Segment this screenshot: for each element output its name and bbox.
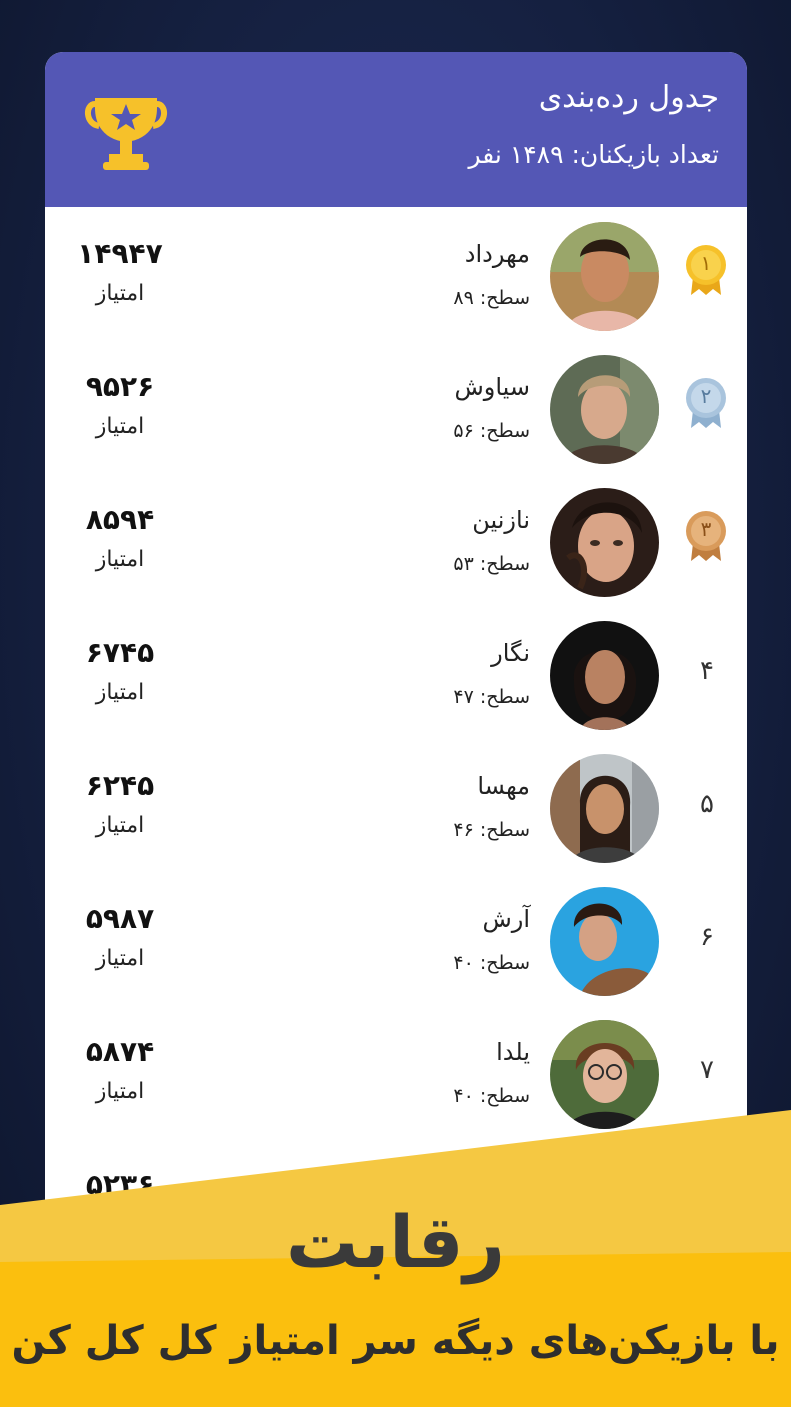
player-name: نگار [491, 639, 530, 667]
player-level: سطح: ۴۰ [453, 952, 530, 974]
rank-number: ۱ [700, 251, 712, 275]
score-label: امتیاز [95, 1079, 145, 1104]
rank-number: ۷ [700, 1055, 714, 1085]
rank-number: ۲ [700, 384, 712, 408]
player-name: مهسا [477, 772, 530, 800]
player-score: ۶۷۴۵ [85, 636, 155, 669]
player-name: یلدا [496, 1038, 530, 1066]
bronze-medal-icon: ۳ [685, 509, 727, 565]
leaderboard-row[interactable]: ۶ آرش سطح: ۴۰ ۵۹۸۷ امتیاز [45, 872, 747, 1005]
leaderboard-title: جدول رده‌بندی [538, 80, 719, 115]
player-score: ۶۲۴۵ [85, 769, 155, 802]
player-level: سطح: ۵۶ [453, 420, 530, 442]
player-level: سطح: ۴۷ [453, 686, 530, 708]
leaderboard-header: جدول رده‌بندی تعداد بازیکنان: ۱۴۸۹ نفر [45, 52, 747, 207]
avatar[interactable] [550, 222, 659, 331]
trophy-icon [83, 88, 169, 174]
avatar[interactable] [550, 887, 659, 996]
score-label: امتیاز [95, 547, 145, 572]
banner-subtitle: با بازیکن‌های دیگه سر امتیاز کل کل کن [11, 1318, 780, 1364]
leaderboard-row[interactable]: ۳ نازنین سطح: ۵۳ ۸۵۹۴ امتیاز [45, 473, 747, 606]
players-count: تعداد بازیکنان: ۱۴۸۹ نفر [468, 140, 719, 169]
player-level: سطح: ۴۰ [453, 1085, 530, 1107]
player-name: نازنین [472, 506, 530, 534]
score-label: امتیاز [95, 946, 145, 971]
score-label: امتیاز [95, 281, 145, 306]
rank-number: ۴ [700, 656, 714, 686]
player-level: سطح: ۴۶ [453, 819, 530, 841]
player-score: ۹۵۲۶ [85, 370, 155, 403]
banner-title: رقابت [286, 1200, 505, 1284]
player-score: ۱۴۹۴۷ [77, 237, 163, 270]
rank-number: ۵ [700, 789, 714, 819]
player-name: سیاوش [454, 373, 530, 401]
rank-number: ۳ [700, 517, 712, 541]
player-score: ۵۹۸۷ [85, 902, 155, 935]
leaderboard-row[interactable]: ۱ مهرداد سطح: ۸۹ ۱۴۹۴۷ امتیاز [45, 207, 747, 340]
score-label: امتیاز [95, 813, 145, 838]
avatar[interactable] [550, 621, 659, 730]
silver-medal-icon: ۲ [685, 376, 727, 432]
player-name: آرش [482, 905, 530, 933]
leaderboard-row[interactable]: ۵ مهسا سطح: ۴۶ ۶۲۴۵ امتیاز [45, 739, 747, 872]
player-name: مهرداد [464, 240, 530, 268]
avatar[interactable] [550, 355, 659, 464]
player-level: سطح: ۸۹ [453, 287, 530, 309]
avatar[interactable] [550, 488, 659, 597]
leaderboard-row[interactable]: ۲ سیاوش سطح: ۵۶ ۹۵۲۶ امتیاز [45, 340, 747, 473]
score-label: امتیاز [95, 414, 145, 439]
gold-medal-icon: ۱ [685, 243, 727, 299]
rank-number: ۶ [700, 922, 714, 952]
avatar[interactable] [550, 754, 659, 863]
score-label: امتیاز [95, 680, 145, 705]
player-score: ۸۵۹۴ [85, 503, 155, 536]
leaderboard-row[interactable]: ۴ نگار سطح: ۴۷ ۶۷۴۵ امتیاز [45, 606, 747, 739]
player-score: ۵۸۷۴ [85, 1035, 155, 1068]
player-level: سطح: ۵۳ [453, 553, 530, 575]
